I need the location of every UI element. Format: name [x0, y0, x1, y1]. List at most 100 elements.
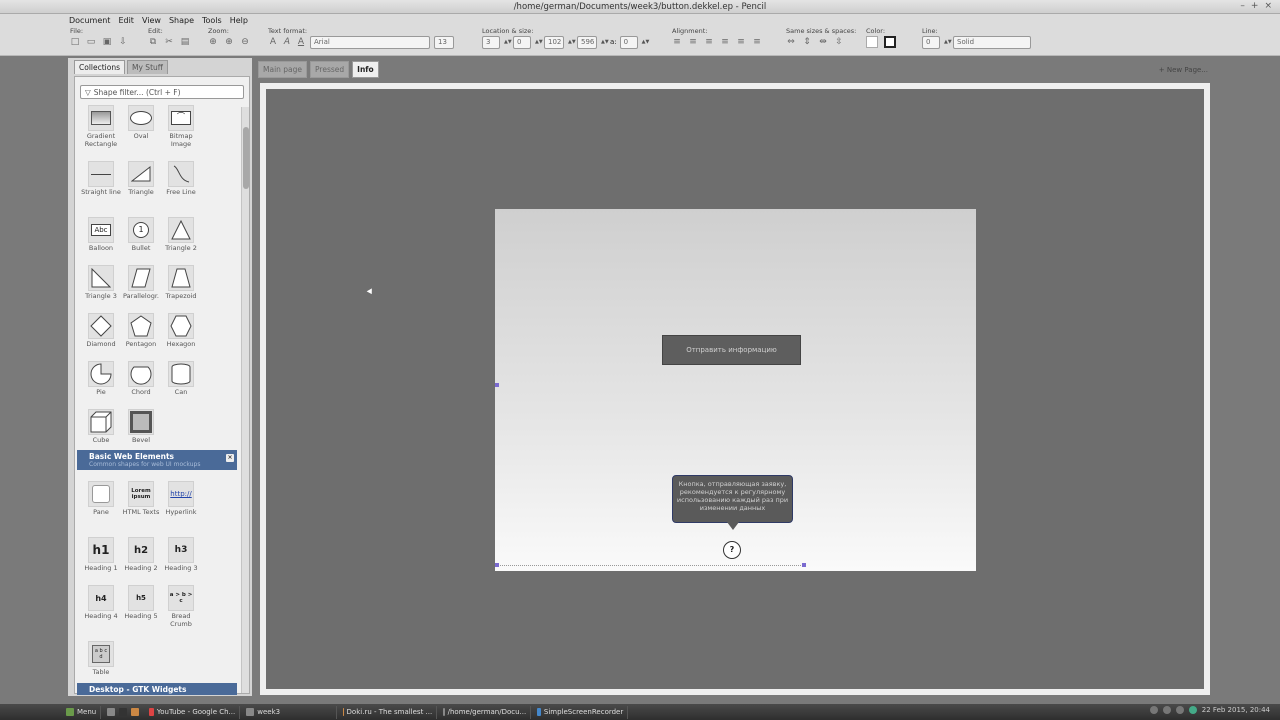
- menu-view[interactable]: View: [142, 16, 161, 25]
- same-width-icon[interactable]: ⇔: [786, 37, 796, 47]
- shape-triangle-3[interactable]: Triangle 3: [81, 265, 121, 300]
- shape-cube[interactable]: Cube: [81, 409, 121, 444]
- shape-html-texts[interactable]: Lorem ipsum HTML Texts: [121, 481, 161, 516]
- shape-parallelogram[interactable]: Parallelogr.: [121, 265, 161, 300]
- shape-free-line[interactable]: Free Line: [161, 161, 201, 196]
- section-basic-web-elements[interactable]: Basic Web Elements Common shapes for web…: [77, 450, 237, 470]
- new-page-button[interactable]: + New Page...: [1159, 66, 1208, 74]
- zoom-in-icon[interactable]: ⊕: [224, 37, 234, 47]
- align-top-icon[interactable]: ≡: [720, 37, 730, 47]
- new-document-icon[interactable]: □: [70, 37, 80, 47]
- terminal-icon[interactable]: [119, 708, 128, 716]
- save-icon[interactable]: ▣: [102, 37, 112, 47]
- menu-help[interactable]: Help: [230, 16, 248, 25]
- shape-bread-crumb[interactable]: a > b > c Bread Crumb: [161, 585, 201, 628]
- shape-balloon[interactable]: Abc Balloon: [81, 217, 121, 252]
- close-button[interactable]: ×: [1264, 1, 1272, 11]
- shape-straight-line[interactable]: Straight line: [81, 161, 121, 196]
- shape-pentagon[interactable]: Pentagon: [121, 313, 161, 348]
- shape-heading-3[interactable]: h3 Heading 3: [161, 537, 201, 572]
- tooltip-balloon[interactable]: Кнопка, отправляющая заявку, рекомендует…: [672, 475, 793, 530]
- battery-icon[interactable]: [1175, 706, 1184, 714]
- shape-heading-4[interactable]: h4 Heading 4: [81, 585, 121, 620]
- open-folder-icon[interactable]: ▭: [86, 37, 96, 47]
- network-icon[interactable]: [1149, 706, 1158, 714]
- shape-pie[interactable]: Pie: [81, 361, 121, 396]
- tab-pressed[interactable]: Pressed: [310, 61, 350, 78]
- tab-main-page[interactable]: Main page: [258, 61, 308, 78]
- font-family-select[interactable]: Arial: [310, 35, 430, 49]
- update-icon[interactable]: [1188, 706, 1197, 714]
- clock[interactable]: 22 Feb 2015, 20:44: [1202, 706, 1270, 714]
- space-horizontal-icon[interactable]: ⇹: [818, 37, 828, 47]
- menu-tools[interactable]: Tools: [202, 16, 222, 25]
- width-field[interactable]: 102: [544, 35, 564, 49]
- shape-bullet[interactable]: 1 Bullet: [121, 217, 161, 252]
- font-size-field[interactable]: 13: [434, 35, 454, 49]
- shape-heading-2[interactable]: h2 Heading 2: [121, 537, 161, 572]
- y-spinner-icon[interactable]: ▲▼: [535, 39, 543, 45]
- taskbar-item-recorder[interactable]: SimpleScreenRecorder: [533, 705, 629, 719]
- taskbar-item-week3[interactable]: week3: [242, 705, 338, 719]
- taskbar-item-youtube[interactable]: YouTube - Google Ch...: [145, 705, 241, 719]
- line-style-select[interactable]: Solid: [953, 35, 1031, 49]
- shape-diamond[interactable]: Diamond: [81, 313, 121, 348]
- browser-icon[interactable]: [131, 708, 140, 716]
- help-icon[interactable]: ?: [723, 541, 741, 559]
- shape-triangle[interactable]: Triangle: [121, 161, 161, 196]
- cut-icon[interactable]: ✂: [164, 37, 174, 47]
- shape-triangle-2[interactable]: Triangle 2: [161, 217, 201, 252]
- shape-pane[interactable]: Pane: [81, 481, 121, 516]
- zoom-out-icon[interactable]: ⊖: [240, 37, 250, 47]
- y-field[interactable]: 0: [513, 35, 531, 49]
- shape-bitmap-image[interactable]: ⌒ Bitmap Image: [161, 105, 201, 148]
- files-icon[interactable]: [107, 708, 116, 716]
- fill-color-swatch[interactable]: [866, 36, 878, 48]
- align-right-icon[interactable]: ≡: [704, 37, 714, 47]
- x-spinner-icon[interactable]: ▲▼: [504, 39, 512, 45]
- minimize-button[interactable]: –: [1240, 1, 1245, 11]
- shape-chord[interactable]: Chord: [121, 361, 161, 396]
- tab-info[interactable]: Info: [352, 61, 379, 78]
- align-bottom-icon[interactable]: ≡: [752, 37, 762, 47]
- tab-collections[interactable]: Collections: [74, 60, 126, 74]
- stroke-color-swatch[interactable]: [884, 36, 896, 48]
- x-field[interactable]: 3: [482, 35, 500, 49]
- tab-my-stuff[interactable]: My Stuff: [127, 60, 168, 74]
- shape-bevel[interactable]: Bevel: [121, 409, 161, 444]
- shape-hyperlink[interactable]: http:// Hyperlink: [161, 481, 201, 516]
- angle-spinner-icon[interactable]: ▲▼: [642, 39, 650, 45]
- line-width-spinner-icon[interactable]: ▲▼: [944, 39, 952, 45]
- underline-icon[interactable]: A: [296, 37, 306, 47]
- italic-icon[interactable]: A: [282, 37, 292, 47]
- shape-filter-input[interactable]: ▽ Shape filter... (Ctrl + F): [80, 85, 244, 99]
- scrollbar-thumb[interactable]: [243, 127, 249, 189]
- maximize-button[interactable]: +: [1251, 1, 1259, 11]
- shape-oval[interactable]: Oval: [121, 105, 161, 140]
- shapes-scrollbar[interactable]: [241, 107, 249, 693]
- drawing-canvas[interactable]: Отправить информацию Кнопка, отправляюща…: [266, 89, 1204, 689]
- taskbar-item-home[interactable]: /home/german/Docu...: [439, 705, 532, 719]
- menu-document[interactable]: Document: [69, 16, 110, 25]
- button-shape[interactable]: Отправить информацию: [662, 335, 801, 365]
- menu-shape[interactable]: Shape: [169, 16, 194, 25]
- angle-field[interactable]: 0: [619, 35, 638, 49]
- height-field[interactable]: 596: [577, 35, 597, 49]
- section-close-icon[interactable]: ×: [226, 454, 234, 462]
- align-center-icon[interactable]: ≡: [688, 37, 698, 47]
- height-spinner-icon[interactable]: ▲▼: [601, 39, 609, 45]
- page-area[interactable]: Отправить информацию Кнопка, отправляюща…: [495, 209, 976, 571]
- shape-heading-5[interactable]: h5 Heading 5: [121, 585, 161, 620]
- selection-handle[interactable]: [802, 563, 806, 567]
- shape-heading-1[interactable]: h1 Heading 1: [81, 537, 121, 572]
- shape-trapezoid[interactable]: Trapezoid: [161, 265, 201, 300]
- align-middle-icon[interactable]: ≡: [736, 37, 746, 47]
- align-left-icon[interactable]: ≡: [672, 37, 682, 47]
- paste-icon[interactable]: ▤: [180, 37, 190, 47]
- section-desktop-gtk-widgets[interactable]: Desktop - GTK Widgets: [77, 683, 237, 695]
- selection-handle[interactable]: [495, 563, 499, 567]
- shape-table[interactable]: a b c d Table: [81, 641, 121, 676]
- volume-icon[interactable]: [1162, 706, 1171, 714]
- taskbar-item-doki[interactable]: Doki.ru - The smallest ...: [339, 705, 438, 719]
- same-height-icon[interactable]: ⇕: [802, 37, 812, 47]
